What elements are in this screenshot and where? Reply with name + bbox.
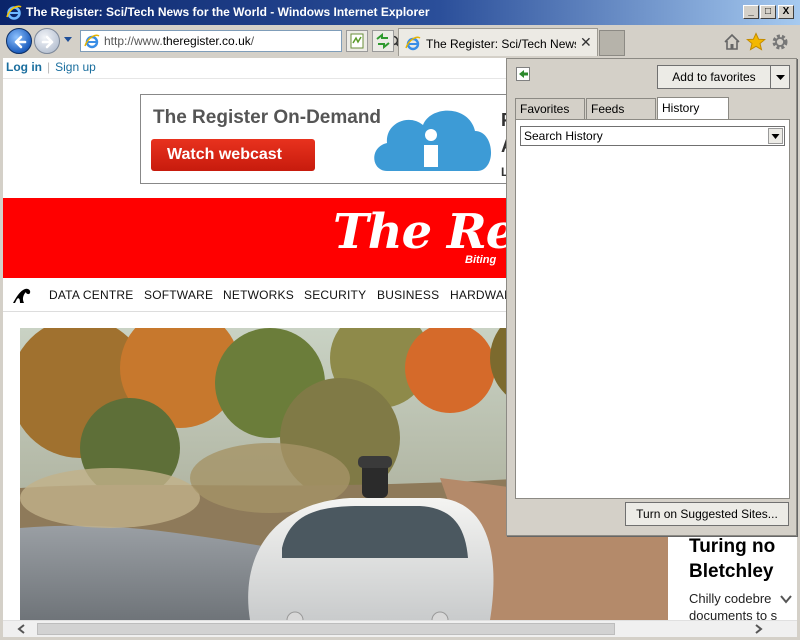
tab-history[interactable]: History xyxy=(657,97,729,120)
watch-webcast-button[interactable]: Watch webcast xyxy=(151,139,315,171)
pin-favorites-center-button[interactable] xyxy=(516,67,530,81)
cloud-icon xyxy=(374,110,492,171)
arrow-right-icon xyxy=(41,35,54,49)
tab-favorites[interactable]: Favorites xyxy=(515,98,585,119)
navigation-toolbar: http://www.theregister.co.uk/ The Regist xyxy=(0,26,800,58)
refresh-icon xyxy=(376,32,390,50)
window-title: The Register: Sci/Tech News for the Worl… xyxy=(26,5,430,19)
chevron-down-icon xyxy=(771,134,780,139)
ad-title: The Register On-Demand xyxy=(153,107,382,128)
ie-page-icon xyxy=(84,34,100,49)
forward-button[interactable] xyxy=(34,28,60,54)
advert-banner[interactable]: The Register On-Demand Watch webcast F A… xyxy=(140,94,560,184)
nav-item-data-centre[interactable]: DATA CENTRE xyxy=(49,288,133,302)
suggested-sites-button[interactable]: Turn on Suggested Sites... xyxy=(625,502,789,526)
auth-separator: | xyxy=(47,60,51,74)
scrollbar-thumb[interactable] xyxy=(37,623,615,635)
refresh-button[interactable] xyxy=(372,30,394,52)
history-view-dropdown-button[interactable] xyxy=(768,128,783,144)
site-logo[interactable]: The Re xyxy=(333,204,516,260)
split-divider xyxy=(770,66,771,88)
browser-tab[interactable]: The Register: Sci/Tech News... ✕ xyxy=(398,28,598,56)
history-list-pane[interactable]: Search History xyxy=(515,119,790,499)
pin-arrow-icon xyxy=(519,70,528,78)
vulture-logo-icon[interactable] xyxy=(11,284,33,306)
recent-pages-dropdown-icon[interactable] xyxy=(63,36,73,44)
signup-link[interactable]: Sign up xyxy=(55,60,96,74)
story-headline[interactable]: Turing no Bletchley xyxy=(689,534,797,584)
tab-title: The Register: Sci/Tech News... xyxy=(426,37,576,51)
minimize-button[interactable]: _ xyxy=(743,5,759,19)
address-bar[interactable]: http://www.theregister.co.uk/ xyxy=(80,30,419,52)
new-tab-button[interactable] xyxy=(599,30,625,56)
nav-item-security[interactable]: SECURITY xyxy=(304,288,366,302)
auth-links: Log in | Sign up xyxy=(6,60,96,74)
story-teaser[interactable]: Turing no Bletchley Chilly codebre docum… xyxy=(689,534,797,620)
url-suffix: / xyxy=(250,34,255,48)
nav-item-networks[interactable]: NETWORKS xyxy=(223,288,294,302)
title-bar: The Register: Sci/Tech News for the Worl… xyxy=(0,0,800,26)
add-to-favorites-button[interactable]: Add to favorites xyxy=(657,65,790,89)
compatibility-view-button[interactable] xyxy=(346,30,368,52)
standfirst-line: documents to s xyxy=(689,608,778,620)
scroll-right-icon[interactable] xyxy=(753,624,763,634)
compatibility-view-icon xyxy=(350,33,364,49)
close-button[interactable]: X xyxy=(778,5,794,19)
headline-line: Turing no xyxy=(689,536,776,557)
history-view-select[interactable]: Search History xyxy=(520,126,785,146)
login-link[interactable]: Log in xyxy=(6,60,42,74)
tab-close-button[interactable]: ✕ xyxy=(580,34,592,51)
ie-logo-icon xyxy=(6,5,22,20)
maximize-button[interactable]: □ xyxy=(760,5,776,19)
add-to-favorites-label: Add to favorites xyxy=(672,70,756,84)
horizontal-scrollbar[interactable] xyxy=(3,620,797,637)
address-url[interactable]: http://www.theregister.co.uk/ xyxy=(104,34,254,48)
url-prefix: http://www. xyxy=(104,34,163,48)
chevron-down-icon[interactable] xyxy=(776,75,785,81)
scroll-left-icon[interactable] xyxy=(17,624,27,634)
url-domain: theregister.co.uk xyxy=(162,34,251,48)
history-view-value: Search History xyxy=(524,129,603,143)
nav-item-business[interactable]: BUSINESS xyxy=(377,288,439,302)
site-tagline: Biting xyxy=(465,254,497,266)
headline-line: Bletchley xyxy=(689,561,774,582)
gear-icon[interactable] xyxy=(770,32,790,52)
arrow-left-icon xyxy=(14,35,27,49)
back-button[interactable] xyxy=(6,28,32,54)
favorites-center-panel: Add to favorites Favorites Feeds History… xyxy=(506,58,797,536)
tab-feeds[interactable]: Feeds xyxy=(586,98,656,119)
nav-item-software[interactable]: SOFTWARE xyxy=(144,288,213,302)
home-icon[interactable] xyxy=(722,32,742,52)
favorites-star-icon[interactable] xyxy=(746,32,766,52)
scroll-down-icon[interactable] xyxy=(778,592,794,606)
ie-page-icon xyxy=(405,36,421,51)
